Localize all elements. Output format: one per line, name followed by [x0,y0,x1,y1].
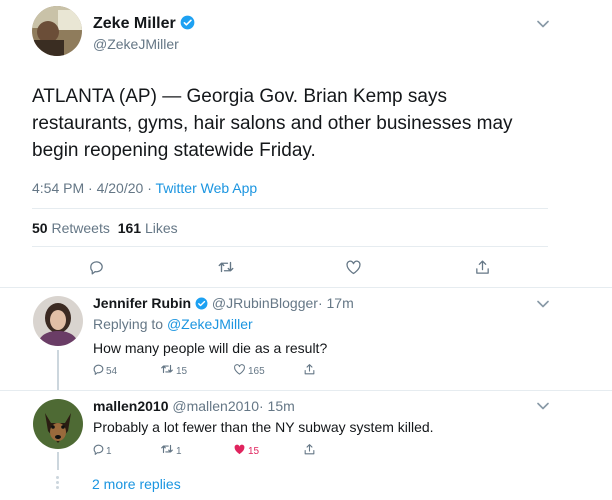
replying-to: Replying to @ZekeJMiller [93,316,253,332]
author-name[interactable]: Zeke Miller [93,15,195,33]
retweet-icon[interactable] [160,442,174,456]
likes-label: Likes [144,220,178,236]
like-icon[interactable] [343,257,363,277]
reply-author-handle[interactable]: @JRubinBlogger [212,295,318,311]
reply-time[interactable]: · 17m [318,295,354,311]
author-handle[interactable]: @ZekeJMiller [93,36,179,52]
reply-count: 1 [106,446,112,457]
retweet-count: 1 [176,446,182,457]
like-icon[interactable] [232,362,246,376]
divider [32,246,548,247]
chevron-down-icon[interactable] [537,402,549,410]
share-icon[interactable] [302,362,316,376]
likes-count: 161 [117,220,142,236]
like-count: 15 [248,446,260,457]
retweets-label: Retweets [51,220,110,236]
reply-count: 54 [106,366,118,377]
retweet-icon[interactable] [216,257,236,277]
verified-icon [195,297,208,310]
divider [32,208,548,209]
reply-author-name[interactable]: Jennifer Rubin [93,295,191,311]
engagement-stats: 50 Retweets 161 Likes [32,220,178,236]
divider [0,287,612,288]
thread-dots [56,476,59,490]
heart-filled-icon[interactable] [232,442,246,456]
tweet-timestamp[interactable]: 4:54 PM · 4/20/20 [32,180,143,196]
meta-separator: · [147,180,152,196]
more-replies-link[interactable]: 2 more replies [92,476,181,492]
chevron-down-icon[interactable] [537,300,549,308]
thread-line [57,452,59,470]
replying-to-handle[interactable]: @ZekeJMiller [167,316,253,332]
reply-icon[interactable] [91,362,105,376]
likes-stat[interactable]: 161 Likes [118,220,178,236]
reply-text: How many people will die as a result? [93,340,328,356]
tweet-meta: 4:54 PM · 4/20/20 · Twitter Web App [32,180,257,196]
verified-icon [180,15,195,30]
replying-to-label: Replying to [93,316,164,332]
thread-line [57,350,59,390]
reply-icon[interactable] [91,442,105,456]
avatar[interactable] [32,6,82,56]
divider [0,390,612,391]
share-icon[interactable] [472,257,492,277]
retweet-icon[interactable] [160,362,174,376]
chevron-down-icon[interactable] [537,20,549,28]
tweet-source[interactable]: Twitter Web App [156,180,258,196]
reply-header: Jennifer Rubin @JRubinBlogger· 17m [93,295,354,311]
reply-text: Probably a lot fewer than the NY subway … [93,419,434,435]
reply-author-handle[interactable]: @mallen2010 [172,398,259,414]
avatar[interactable] [33,296,83,346]
reply-time[interactable]: · 15m [259,398,295,414]
retweets-stat[interactable]: 50 Retweets [32,220,110,236]
share-icon[interactable] [302,442,316,456]
like-count: 165 [248,366,265,377]
author-name-text[interactable]: Zeke Miller [93,15,176,32]
reply-icon[interactable] [86,257,106,277]
retweet-count: 15 [176,366,188,377]
avatar[interactable] [33,399,83,449]
reply-header: mallen2010 @mallen2010· 15m [93,398,295,414]
reply-author-name[interactable]: mallen2010 [93,398,169,414]
retweets-count: 50 [32,220,48,236]
tweet-text: ATLANTA (AP) — Georgia Gov. Brian Kemp s… [32,86,513,161]
